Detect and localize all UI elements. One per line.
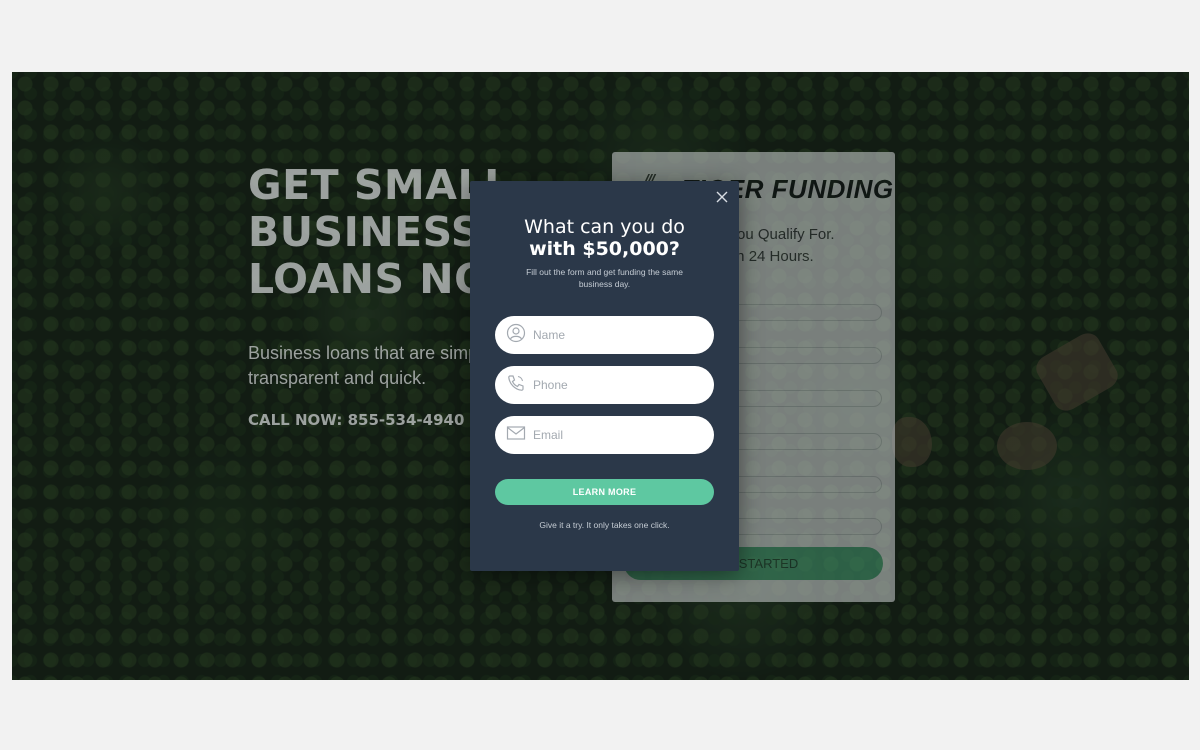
modal-subtitle: Fill out the form and get funding the sa… xyxy=(526,267,683,289)
learn-more-button[interactable]: LEARN MORE xyxy=(495,479,714,505)
background-form-field xyxy=(722,476,882,493)
background-form-field xyxy=(722,433,882,450)
name-field[interactable] xyxy=(495,316,714,354)
lead-capture-modal: What can you do with $50,000? Fill out t… xyxy=(470,181,739,571)
phone-icon xyxy=(506,373,526,398)
modal-footer-text: Give it a try. It only takes one click. xyxy=(539,520,670,530)
background-form-field xyxy=(722,390,882,407)
modal-title: What can you do xyxy=(524,216,685,238)
email-field[interactable] xyxy=(495,416,714,454)
background-form-field xyxy=(722,347,882,364)
phone-field[interactable] xyxy=(495,366,714,404)
close-icon[interactable] xyxy=(714,189,730,205)
user-icon xyxy=(506,323,526,348)
phone-input[interactable] xyxy=(533,378,703,392)
mail-icon xyxy=(506,423,526,448)
name-input[interactable] xyxy=(533,328,703,342)
background-form-field xyxy=(722,518,882,535)
modal-title-emphasis: with $50,000? xyxy=(529,238,680,260)
email-input[interactable] xyxy=(533,428,703,442)
background-form-field xyxy=(722,304,882,321)
